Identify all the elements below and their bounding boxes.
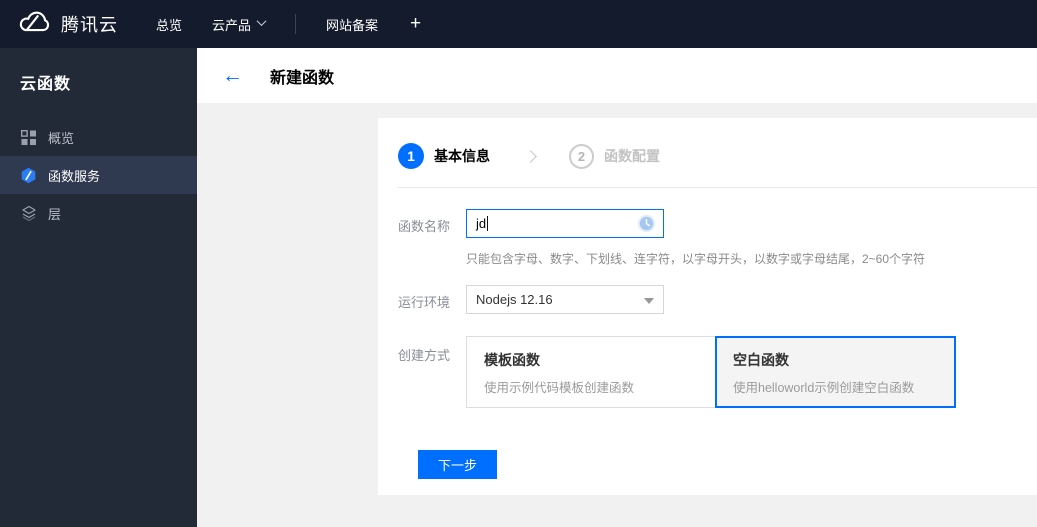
sidebar-item-function-service[interactable]: 函数服务 bbox=[0, 156, 197, 194]
sidebar-item-label: 函数服务 bbox=[48, 168, 101, 184]
next-step-button[interactable]: 下一步 bbox=[418, 450, 497, 479]
clock-icon bbox=[637, 214, 656, 238]
runtime-value: Nodejs 12.16 bbox=[476, 292, 553, 307]
sidebar-item-label: 层 bbox=[48, 206, 62, 222]
step-1-indicator: 1 bbox=[398, 143, 424, 169]
text-cursor bbox=[487, 216, 489, 231]
creation-method-label: 创建方式 bbox=[398, 348, 451, 363]
sidebar-item-label: 概览 bbox=[48, 130, 75, 146]
step-1-label: 基本信息 bbox=[434, 148, 490, 164]
tencent-cloud-logo[interactable]: 腾讯云 bbox=[16, 9, 118, 39]
runtime-select[interactable]: Nodejs 12.16 bbox=[466, 285, 664, 314]
runtime-label: 运行环境 bbox=[398, 295, 451, 310]
dropdown-arrow-icon bbox=[644, 298, 654, 304]
function-service-icon bbox=[20, 167, 37, 184]
function-name-input[interactable]: jd bbox=[466, 209, 664, 238]
method-card-title: 空白函数 bbox=[733, 352, 789, 368]
sidebar-item-overview[interactable]: 概览 bbox=[0, 118, 197, 156]
top-navbar: 腾讯云 总览 云产品 网站备案 + bbox=[0, 0, 1037, 48]
wizard-steps: 1 基本信息 2 函数配置 bbox=[378, 118, 1037, 169]
method-card-title: 模板函数 bbox=[484, 352, 540, 368]
brand-name: 腾讯云 bbox=[61, 15, 118, 35]
method-card-desc: 使用helloworld示例创建空白函数 bbox=[733, 381, 915, 395]
create-function-panel: 1 基本信息 2 函数配置 函数名称 jd 只能包含字母、数字、下划线、连字符，… bbox=[378, 118, 1037, 495]
method-card-desc: 使用示例代码模板创建函数 bbox=[484, 381, 635, 395]
step-2-indicator: 2 bbox=[569, 143, 594, 169]
nav-divider bbox=[295, 14, 297, 34]
steps-divider bbox=[398, 187, 1037, 188]
nav-item-cloud-products[interactable]: 云产品 bbox=[212, 15, 267, 34]
method-card-template-function[interactable]: 模板函数 使用示例代码模板创建函数 bbox=[466, 336, 715, 408]
sidebar-item-layers[interactable]: 层 bbox=[0, 194, 197, 232]
nav-item-icp-filing[interactable]: 网站备案 bbox=[326, 15, 378, 34]
function-name-value: jd bbox=[476, 216, 487, 231]
basic-info-form: 函数名称 jd 只能包含字母、数字、下划线、连字符，以字母开头，以数字或字母结尾… bbox=[378, 209, 1037, 479]
method-card-blank-function[interactable]: 空白函数 使用helloworld示例创建空白函数 bbox=[715, 336, 956, 408]
step-2-label: 函数配置 bbox=[604, 148, 660, 164]
layers-icon bbox=[20, 205, 37, 222]
cloud-logo-icon bbox=[16, 9, 52, 39]
chevron-down-icon bbox=[256, 16, 267, 27]
content-area: 1 基本信息 2 函数配置 函数名称 jd 只能包含字母、数字、下划线、连字符，… bbox=[197, 103, 1037, 527]
sidebar-title: 云函数 bbox=[20, 76, 72, 93]
chevron-right-icon bbox=[524, 149, 537, 163]
back-arrow-icon[interactable]: ← bbox=[222, 65, 243, 86]
nav-item-overview[interactable]: 总览 bbox=[156, 15, 182, 34]
function-name-label: 函数名称 bbox=[398, 219, 451, 234]
add-tab-button[interactable]: + bbox=[410, 13, 421, 35]
page-header: ← 新建函数 bbox=[197, 48, 1037, 103]
function-name-help: 只能包含字母、数字、下划线、连字符，以字母开头，以数字或字母结尾，2~60个字符 bbox=[466, 252, 926, 266]
page-title: 新建函数 bbox=[270, 69, 335, 87]
sidebar: 云函数 概览 函数服务 层 bbox=[0, 48, 197, 527]
grid-icon bbox=[20, 129, 37, 146]
